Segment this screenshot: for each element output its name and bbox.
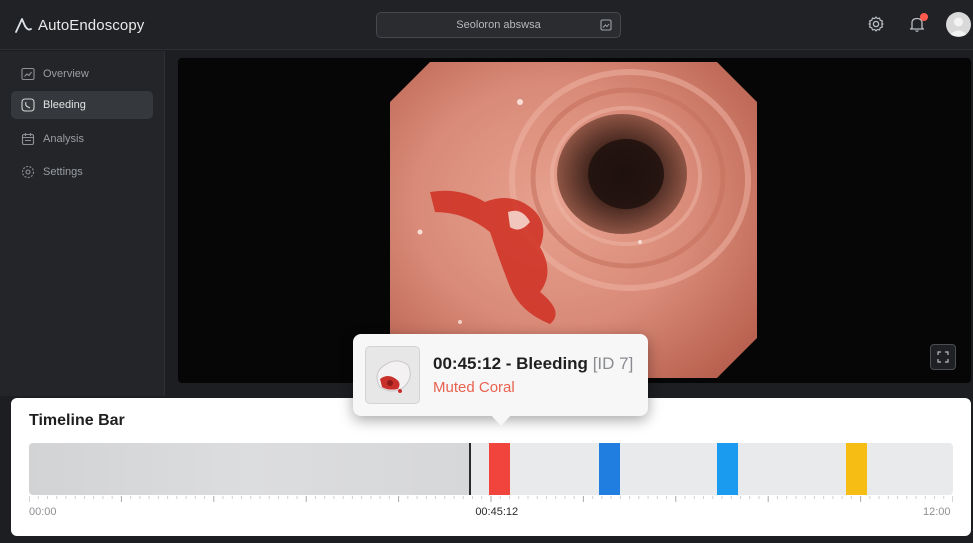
event-subtitle: Muted Coral	[433, 379, 515, 396]
timeline-ticks	[29, 496, 953, 502]
image-search-icon[interactable]	[600, 19, 612, 31]
gear-icon[interactable]	[867, 15, 885, 33]
user-icon	[949, 17, 968, 36]
timeline-playhead[interactable]	[468, 443, 471, 495]
timeline-track[interactable]	[29, 443, 953, 495]
sidebar-item-analysis[interactable]: Analysis	[11, 125, 153, 153]
bleeding-icon	[21, 98, 35, 112]
sidebar-item-label: Overview	[43, 68, 89, 80]
timeline-end-label: 12:00	[923, 506, 951, 518]
bleeding-thumbnail-icon	[376, 360, 411, 393]
event-time-label: 00:45:12 - Bleeding	[433, 354, 588, 373]
sidebar-item-label: Analysis	[43, 133, 84, 145]
chart-icon	[21, 67, 35, 81]
timeline-current-label: 00:45:12	[475, 506, 519, 518]
search-text: Seoloron abswsa	[456, 19, 541, 31]
sidebar-item-overview[interactable]: Overview	[11, 60, 153, 88]
sidebar-item-label: Settings	[43, 166, 83, 178]
timeline-marker-event-yellow[interactable]	[845, 443, 867, 495]
fullscreen-button[interactable]	[930, 344, 956, 370]
sidebar-item-label: Bleeding	[43, 99, 86, 111]
event-title: 00:45:12 - Bleeding [ID 7]	[433, 354, 633, 374]
event-tooltip: 00:45:12 - Bleeding [ID 7] Muted Coral	[353, 334, 648, 416]
calendar-icon	[21, 133, 35, 146]
sidebar-item-settings[interactable]: Settings	[11, 158, 153, 186]
timeline-marker-event-blue-1[interactable]	[599, 443, 621, 495]
fullscreen-icon	[937, 351, 949, 363]
app-name: AutoEndoscopy	[38, 16, 145, 34]
sidebar-item-bleeding[interactable]: Bleeding	[11, 91, 153, 119]
event-thumbnail	[365, 346, 420, 404]
gear-icon	[21, 165, 35, 179]
sidebar: Overview Bleeding Analysis Settings	[0, 51, 165, 396]
logo-icon	[15, 18, 32, 33]
notification-dot	[920, 13, 928, 21]
top-bar: AutoEndoscopy Seoloron abswsa	[0, 0, 973, 50]
timeline-marker-bleeding[interactable]	[489, 443, 511, 495]
avatar[interactable]	[946, 12, 971, 37]
timeline-start-label: 00:00	[29, 506, 57, 518]
endoscopy-frame	[390, 62, 757, 378]
brand[interactable]: AutoEndoscopy	[14, 14, 144, 36]
event-id: [ID 7]	[592, 354, 634, 373]
timeline-title: Timeline Bar	[29, 412, 125, 429]
timeline-marker-event-blue-2[interactable]	[716, 443, 738, 495]
timeline-played-region	[29, 443, 470, 495]
tooltip-pointer	[490, 414, 512, 426]
search-bar[interactable]: Seoloron abswsa	[376, 12, 621, 38]
